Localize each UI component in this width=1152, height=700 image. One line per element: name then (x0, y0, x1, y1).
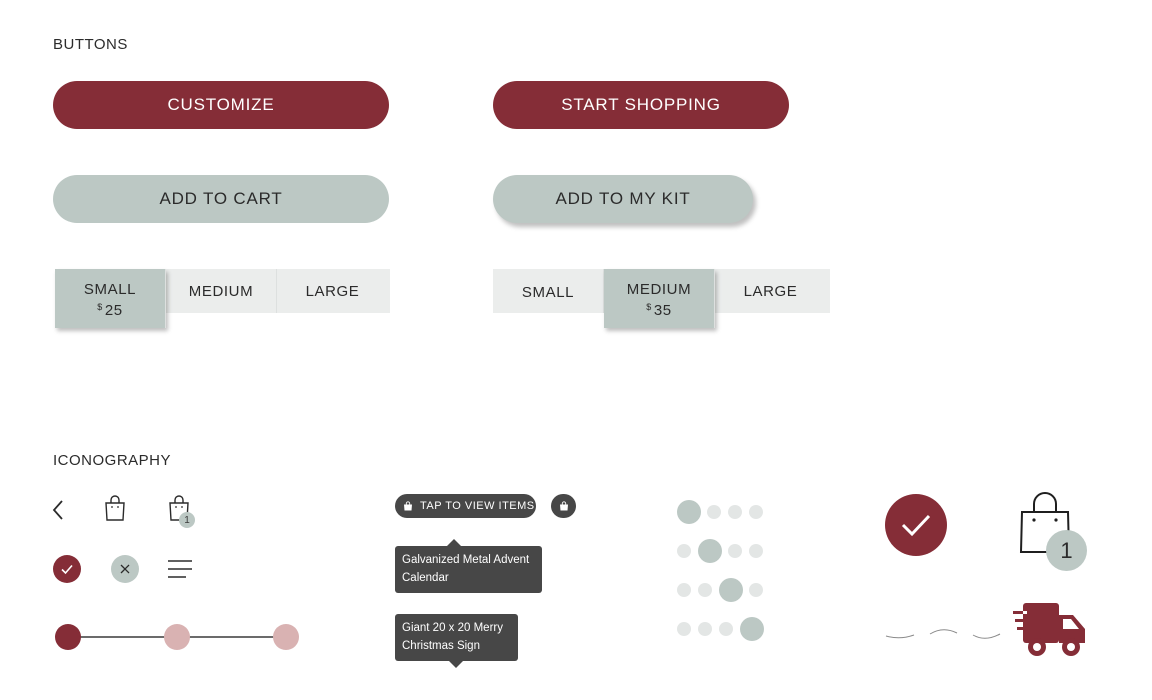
product-tooltip: Galvanized Metal Advent Calendar (395, 539, 542, 593)
cart-count-badge: 1 (179, 512, 195, 528)
shopping-bag-large-icon: 1 (1016, 492, 1088, 574)
size-option-medium[interactable]: MEDIUM $35 (604, 269, 715, 328)
carousel-dot-active[interactable] (719, 578, 743, 602)
progress-step[interactable] (164, 624, 190, 650)
tap-to-view-items-chip[interactable]: TAP TO VIEW ITEMS (395, 494, 536, 518)
size-option-medium[interactable]: MEDIUM (166, 269, 277, 313)
size-option-label: MEDIUM (188, 282, 254, 300)
cart-count-badge: 1 (1046, 530, 1087, 571)
iconography-section-title: ICONOGRAPHY (53, 452, 172, 469)
customize-button[interactable]: CUSTOMIZE (53, 81, 389, 129)
menu-icon[interactable] (168, 558, 192, 580)
size-option-small[interactable]: SMALL $25 (55, 269, 166, 328)
add-to-my-kit-button[interactable]: ADD TO MY KIT (493, 175, 753, 223)
carousel-dot-active[interactable] (740, 617, 764, 641)
tooltip-text: Galvanized Metal Advent Calendar (402, 554, 530, 584)
size-option-label: SMALL (83, 280, 137, 298)
back-chevron-icon[interactable] (48, 498, 68, 522)
tooltip-text: Giant 20 x 20 Merry Christmas Sign (402, 622, 503, 652)
bag-mini-icon (403, 501, 413, 511)
carousel-dot[interactable] (728, 544, 742, 558)
add-to-cart-button[interactable]: ADD TO CART (53, 175, 389, 223)
carousel-dot[interactable] (707, 505, 721, 519)
carousel-dot[interactable] (677, 583, 691, 597)
progress-step[interactable] (273, 624, 299, 650)
carousel-dot[interactable] (749, 505, 763, 519)
size-selector-a: SMALL $25 MEDIUM LARGE (55, 269, 390, 328)
carousel-dot[interactable] (698, 622, 712, 636)
close-icon[interactable] (111, 555, 139, 583)
start-shopping-button[interactable]: START SHOPPING (493, 81, 789, 129)
size-option-large[interactable]: LARGE (715, 269, 826, 313)
product-tooltip: Giant 20 x 20 Merry Christmas Sign (395, 614, 518, 668)
carousel-dot[interactable] (698, 583, 712, 597)
delivery-motion-lines (885, 622, 1005, 646)
carousel-dot[interactable] (719, 622, 733, 636)
carousel-dot[interactable] (677, 544, 691, 558)
size-option-label: MEDIUM (626, 280, 692, 298)
size-option-label: SMALL (521, 283, 575, 301)
tooltip-arrow (449, 661, 463, 668)
check-icon[interactable] (53, 555, 81, 583)
carousel-dot-active[interactable] (698, 539, 722, 563)
carousel-dot[interactable] (728, 505, 742, 519)
carousel-dot[interactable] (677, 622, 691, 636)
size-option-large[interactable]: LARGE (277, 269, 388, 313)
size-selector-b: SMALL MEDIUM $35 LARGE (493, 269, 830, 328)
buttons-section-title: BUTTONS (53, 36, 128, 53)
size-option-price: $25 (97, 301, 123, 319)
delivery-truck-icon (1013, 600, 1089, 662)
chip-label: TAP TO VIEW ITEMS (420, 500, 535, 512)
size-option-small[interactable]: SMALL (493, 269, 604, 313)
progress-step-current[interactable] (55, 624, 81, 650)
carousel-dot[interactable] (749, 583, 763, 597)
size-option-label: LARGE (305, 282, 360, 300)
shopping-bag-icon[interactable] (103, 494, 127, 522)
tooltip-arrow (447, 539, 461, 546)
carousel-dot[interactable] (749, 544, 763, 558)
size-option-label: LARGE (743, 282, 798, 300)
size-option-price: $35 (646, 301, 672, 319)
shopping-bag-badge-icon[interactable]: 1 (166, 494, 198, 530)
check-large-icon (885, 494, 947, 556)
carousel-dot-active[interactable] (677, 500, 701, 524)
bag-chip-icon[interactable] (551, 494, 576, 518)
